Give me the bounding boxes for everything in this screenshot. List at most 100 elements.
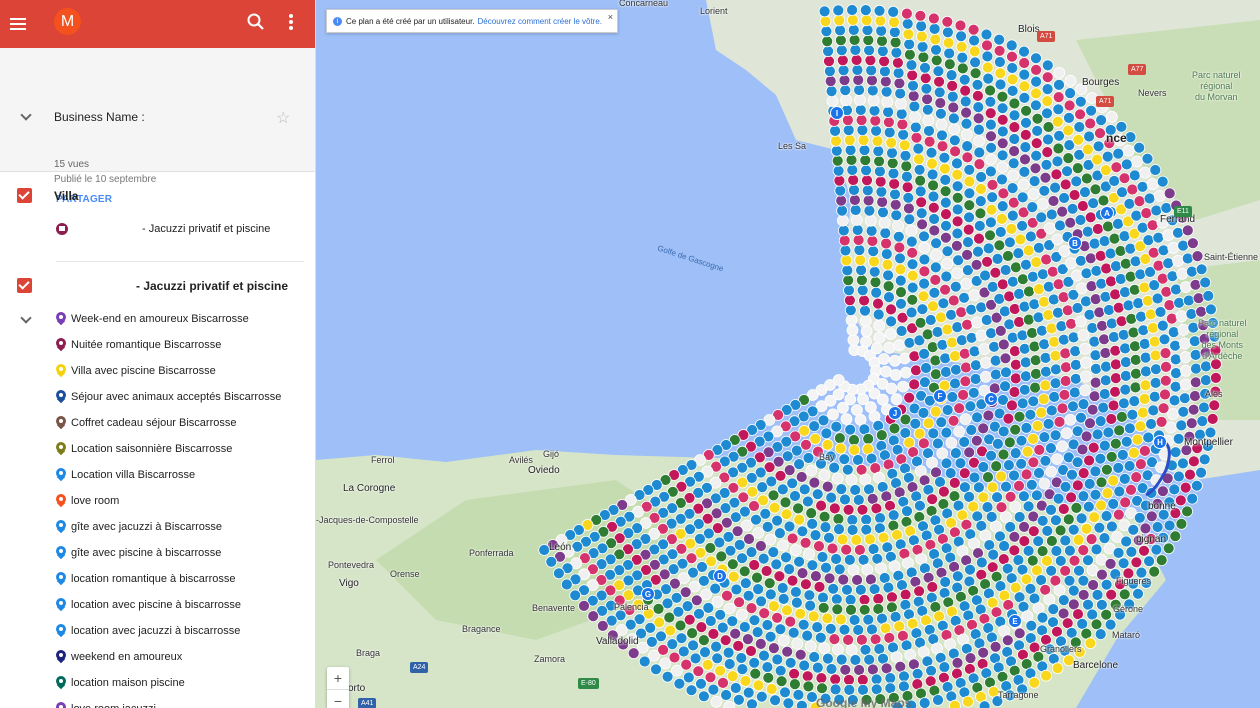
cluster-marker <box>856 503 869 516</box>
cluster-marker <box>1030 87 1042 100</box>
map-pin-i[interactable]: I <box>830 106 844 120</box>
cluster-marker <box>892 220 904 232</box>
cluster-marker <box>907 90 920 102</box>
cluster-marker <box>860 325 873 338</box>
cluster-marker <box>915 196 928 209</box>
cluster-marker <box>906 69 919 82</box>
layer-chevron-icon[interactable] <box>18 312 34 328</box>
map-canvas[interactable]: Concarneau Lorient Blois Bourges Nevers … <box>316 0 1260 708</box>
view-count: 15 vues <box>54 159 90 170</box>
menu-icon[interactable] <box>10 15 26 33</box>
map-title: Business Name : <box>54 110 145 124</box>
cluster-marker <box>1098 532 1111 544</box>
cluster-marker <box>865 64 878 77</box>
legend-item[interactable]: weekend en amoureux <box>56 648 182 666</box>
cluster-marker <box>1152 259 1165 272</box>
map-pin-h[interactable]: H <box>1153 435 1167 449</box>
cluster-marker <box>982 72 995 85</box>
layer-jacuzzi-checkbox[interactable] <box>17 278 32 293</box>
layer-villa-title[interactable]: Villa <box>54 189 78 203</box>
cluster-marker <box>984 229 996 242</box>
cluster-marker <box>935 107 947 120</box>
legend-item[interactable]: gîte avec piscine à biscarrosse <box>56 544 221 562</box>
cluster-marker <box>916 303 929 316</box>
legend-item[interactable]: gîte avec jacuzzi à Biscarrosse <box>56 518 222 536</box>
close-icon[interactable]: × <box>608 12 613 22</box>
map-pin-b[interactable]: B <box>1068 236 1082 250</box>
cluster-marker <box>771 611 784 624</box>
cluster-marker <box>1020 258 1032 271</box>
map-pin-c[interactable]: C <box>984 392 998 406</box>
cluster-marker <box>1089 183 1102 196</box>
cluster-marker <box>1132 587 1144 600</box>
cluster-marker <box>890 209 903 222</box>
cluster-marker <box>1063 99 1076 112</box>
cluster-marker <box>834 24 846 37</box>
cluster-marker <box>925 664 937 677</box>
legend-item[interactable]: location avec jacuzzi à biscarrosse <box>56 622 240 640</box>
layer-villa-item[interactable]: - Jacuzzi privatif et piscine <box>142 223 270 235</box>
cluster-marker <box>833 14 846 27</box>
avatar[interactable]: M <box>54 8 81 35</box>
notice-link[interactable]: Découvrez comment créer le vôtre. <box>478 17 603 26</box>
cluster-marker <box>885 136 898 149</box>
cluster-marker <box>1027 188 1040 200</box>
cluster-marker <box>1134 268 1147 281</box>
map-pin-g[interactable]: G <box>641 587 655 601</box>
legend-item[interactable]: location romantique à biscarrosse <box>56 570 235 588</box>
cluster-marker <box>1024 408 1037 421</box>
cluster-marker <box>1048 390 1061 403</box>
cluster-marker <box>1028 175 1041 188</box>
cluster-marker <box>792 689 805 701</box>
legend-item[interactable]: Location saisonnière Biscarrosse <box>56 440 232 458</box>
legend-item[interactable]: Séjour avec animaux acceptés Biscarrosse <box>56 388 281 406</box>
map-pin-d[interactable]: D <box>713 569 727 583</box>
legend-item[interactable]: location avec piscine à biscarrosse <box>56 596 241 614</box>
star-icon[interactable]: ☆ <box>276 108 290 128</box>
cluster-marker <box>1094 127 1106 140</box>
search-icon[interactable] <box>246 12 266 32</box>
cluster-marker <box>979 356 992 369</box>
cluster-marker <box>1008 133 1021 145</box>
zoom-out-button[interactable]: − <box>327 690 349 708</box>
cluster-marker <box>857 134 870 147</box>
layer-jacuzzi-title[interactable]: - Jacuzzi privatif et piscine <box>136 279 288 293</box>
cluster-marker <box>1113 424 1126 437</box>
cluster-marker <box>1136 180 1149 193</box>
map-pin-a[interactable]: A <box>1100 206 1114 220</box>
cluster-marker <box>1039 171 1052 184</box>
place-label: Avilés <box>509 455 533 465</box>
legend-item[interactable]: Villa avec piscine Biscarrosse <box>56 362 216 380</box>
legend-item[interactable]: Week-end en amoureux Biscarrosse <box>56 310 249 328</box>
map-pin-j[interactable]: J <box>888 406 902 420</box>
collapse-chevron-icon[interactable] <box>18 109 34 125</box>
cluster-marker <box>806 518 819 530</box>
cluster-marker <box>864 214 877 227</box>
cluster-marker <box>1120 158 1133 171</box>
cluster-marker <box>928 224 941 237</box>
zoom-in-button[interactable]: + <box>327 667 349 689</box>
cluster-marker <box>847 174 860 186</box>
cluster-marker <box>875 185 888 198</box>
cluster-marker <box>1147 246 1160 259</box>
map-pin-f[interactable]: F <box>933 389 947 403</box>
more-options-icon[interactable] <box>284 12 298 34</box>
cluster-marker <box>1116 448 1129 461</box>
cluster-marker <box>1168 394 1181 407</box>
legend-item[interactable]: location maison piscine <box>56 674 185 692</box>
layer-villa-checkbox[interactable] <box>17 188 32 203</box>
legend-item[interactable]: love room jacuzzi <box>56 700 156 708</box>
cluster-marker <box>704 615 717 627</box>
legend-item[interactable]: Nuitée romantique Biscarrosse <box>56 336 221 354</box>
cluster-marker <box>888 422 901 435</box>
cluster-marker <box>1098 439 1111 452</box>
cluster-marker <box>1118 230 1131 243</box>
legend-item[interactable]: Location villa Biscarrosse <box>56 466 195 484</box>
cluster-marker <box>1182 294 1195 307</box>
legend-item[interactable]: love room <box>56 492 119 510</box>
map-pin-e[interactable]: E <box>1008 614 1022 628</box>
cluster-marker <box>974 207 987 220</box>
legend-item[interactable]: Coffret cadeau séjour Biscarrosse <box>56 414 237 432</box>
cluster-marker <box>821 35 834 48</box>
cluster-marker <box>887 5 900 18</box>
